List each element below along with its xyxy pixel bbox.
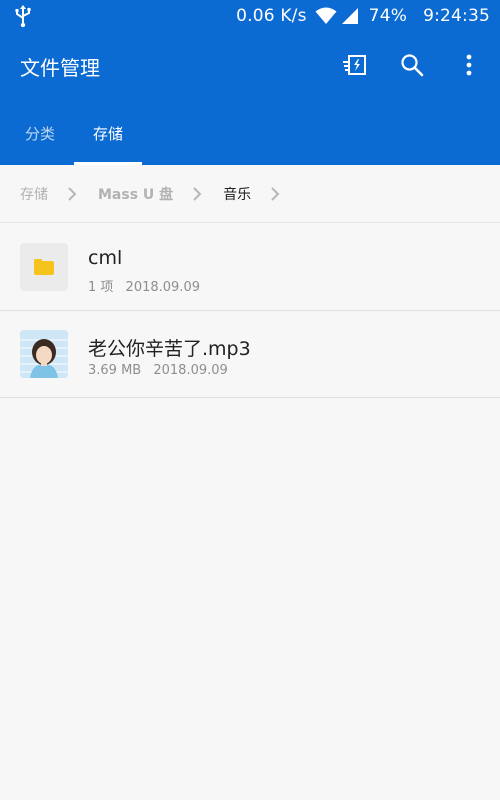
- tab-storage[interactable]: 存储: [74, 110, 142, 165]
- tab-category-label: 分类: [24, 125, 55, 143]
- file-name: 老公你辛苦了.mp3: [88, 338, 251, 360]
- chevron-right-icon: [193, 186, 202, 201]
- search-icon: [401, 54, 424, 77]
- album-art-image: [20, 330, 68, 378]
- more-vert-icon: [466, 54, 472, 76]
- file-item-count: 1 项: [88, 280, 114, 295]
- breadcrumb-item-music[interactable]: 音乐: [223, 184, 251, 204]
- search-button[interactable]: [397, 50, 427, 80]
- file-date: 2018.09.09: [153, 363, 228, 378]
- page-title: 文件管理: [20, 56, 100, 80]
- file-row-cml[interactable]: cml 1 项 2018.09.09: [0, 224, 500, 311]
- chevron-right-icon: [271, 186, 280, 201]
- battery-level: 74%: [368, 6, 408, 26]
- signal-icon: [341, 8, 358, 24]
- app-bar: 文件管理 分类 存储: [0, 32, 500, 165]
- folder-icon: [34, 259, 54, 275]
- breadcrumb-item-storage[interactable]: 存储: [20, 184, 48, 204]
- breadcrumb-item-mass-u[interactable]: Mass U 盘: [98, 184, 173, 204]
- wifi-icon: [315, 7, 337, 24]
- album-art-thumbnail: [20, 330, 68, 378]
- file-date: 2018.09.09: [125, 280, 200, 295]
- status-bar: 0.06 K/s 74% 9:24:35: [0, 0, 500, 32]
- transfer-button[interactable]: [340, 50, 370, 80]
- tab-category[interactable]: 分类: [6, 110, 74, 165]
- clock: 9:24:35: [423, 6, 490, 26]
- transfer-icon: [343, 55, 366, 75]
- chevron-right-icon: [68, 186, 77, 201]
- file-name: cml: [88, 247, 123, 269]
- tab-storage-label: 存储: [92, 125, 123, 143]
- file-meta: 3.69 MB 2018.09.09: [88, 363, 228, 378]
- more-options-button[interactable]: [454, 50, 484, 80]
- file-meta: 1 项 2018.09.09: [88, 276, 200, 295]
- breadcrumb: 存储 Mass U 盘 音乐: [0, 165, 500, 223]
- file-size: 3.69 MB: [88, 363, 142, 378]
- folder-thumbnail: [20, 243, 68, 291]
- network-speed: 0.06 K/s: [236, 6, 307, 26]
- file-list: cml 1 项 2018.09.09 老公你辛苦了.mp3 3.69 MB 20…: [0, 224, 500, 398]
- file-row-mp3[interactable]: 老公你辛苦了.mp3 3.69 MB 2018.09.09: [0, 311, 500, 398]
- usb-icon: [15, 5, 31, 28]
